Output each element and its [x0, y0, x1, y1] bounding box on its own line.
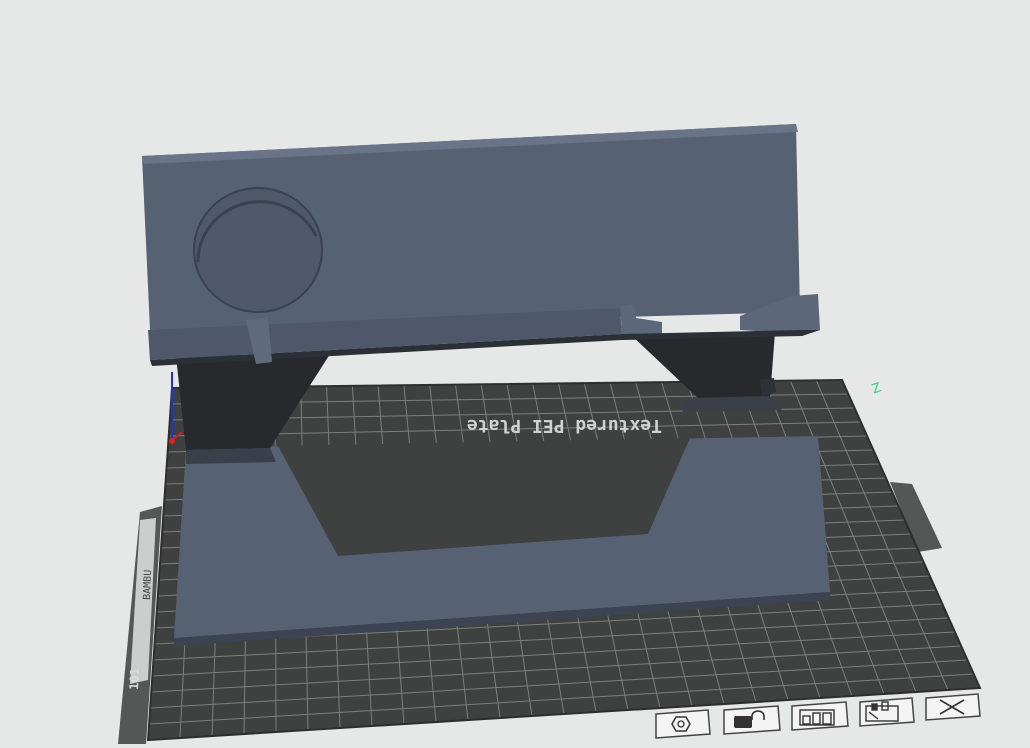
plate-side-label: BAMBU: [142, 570, 154, 600]
lock-button[interactable]: [723, 705, 781, 735]
model-right-leg-foot: [682, 396, 782, 412]
arrange-button[interactable]: [655, 709, 711, 739]
origin-dot: [169, 438, 175, 444]
layout-button[interactable]: [791, 701, 849, 731]
close-button[interactable]: [925, 693, 981, 721]
scene: BAMBU 101 Textured PEI Plate Z: [0, 0, 1030, 748]
3d-viewport[interactable]: BAMBU 101 Textured PEI Plate Z: [0, 0, 1030, 748]
model-circle-cutout: [193, 187, 323, 313]
plate-corner-label: 101: [127, 668, 142, 690]
plate-name-label: Textured PEI Plate: [467, 415, 662, 436]
settings-button[interactable]: [859, 697, 915, 727]
model-left-leg-foot: [186, 448, 276, 464]
